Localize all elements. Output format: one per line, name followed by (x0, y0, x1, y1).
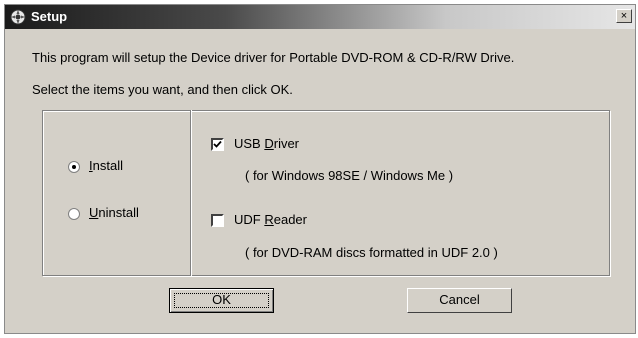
usb-mnemonic: D (264, 136, 274, 151)
uninstall-label-rest: ninstall (98, 205, 139, 220)
usb-driver-label[interactable]: USB Driver (234, 136, 299, 151)
uninstall-radio-button[interactable] (68, 208, 80, 220)
description-text: This program will setup the Device drive… (32, 50, 515, 65)
udf-mnemonic: R (264, 212, 274, 227)
uninstall-mnemonic: U (89, 205, 99, 220)
instruction-text: Select the items you want, and then clic… (32, 82, 293, 97)
udf-reader-note: ( for DVD-RAM discs formatted in UDF 2.0… (245, 245, 498, 260)
close-button[interactable]: × (616, 9, 632, 23)
udf-reader-label[interactable]: UDF Reader (234, 212, 307, 227)
uninstall-radio-label[interactable]: Uninstall (89, 205, 139, 220)
cancel-button[interactable]: Cancel (407, 288, 512, 313)
usb-driver-checkbox[interactable] (211, 138, 224, 151)
udf-label-rest: eader (273, 212, 307, 227)
ok-button[interactable]: OK (169, 288, 274, 313)
window-title: Setup (31, 9, 68, 24)
close-icon: × (620, 10, 628, 22)
cancel-button-label: Cancel (439, 292, 480, 307)
setup-app-icon (10, 9, 26, 25)
install-label-rest: nstall (92, 158, 123, 173)
focus-rectangle (174, 293, 269, 308)
group-divider (190, 110, 192, 276)
install-radio-button[interactable] (68, 161, 80, 173)
radio-selected-dot (72, 165, 76, 169)
title-bar: Setup × (5, 5, 635, 29)
usb-label-prefix: USB (234, 136, 265, 151)
setup-dialog: Setup × This program will setup the Devi… (4, 4, 636, 334)
udf-label-prefix: UDF (234, 212, 265, 227)
udf-reader-checkbox[interactable] (211, 214, 224, 227)
usb-driver-note: ( for Windows 98SE / Windows Me ) (245, 168, 454, 183)
usb-label-rest: river (273, 136, 300, 151)
install-radio-label[interactable]: Install (89, 158, 123, 173)
checkmark-icon (213, 140, 222, 148)
